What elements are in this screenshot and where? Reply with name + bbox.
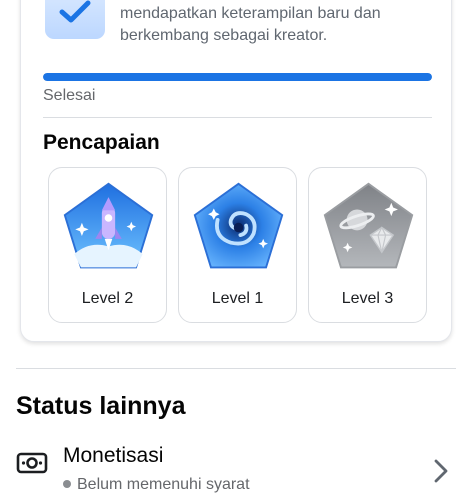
badge-label: Level 1 [211, 290, 264, 307]
badge-level-3[interactable]: Level 3 [308, 167, 427, 323]
monetization-item[interactable]: Monetisasi Belum memenuhi syarat [0, 440, 472, 500]
creator-task-card: Selesaikan tugas minggu ini untuk mendap… [20, 0, 452, 342]
progress-bar [43, 73, 432, 81]
achievements-title: Pencapaian [43, 131, 160, 154]
divider [43, 117, 432, 118]
badge-level-1[interactable]: Level 1 [178, 167, 297, 323]
galaxy-badge-icon [193, 182, 284, 269]
section-divider [16, 368, 456, 369]
weekly-task: Selesaikan tugas minggu ini untuk mendap… [45, 0, 441, 47]
rocket-badge-icon [63, 182, 154, 269]
progress-label: Selesai [43, 87, 96, 104]
progress-fill [43, 73, 432, 81]
status-dot [63, 480, 71, 488]
other-status-title: Status lainnya [16, 392, 186, 420]
badge-label: Level 2 [81, 290, 134, 307]
badge-level-2[interactable]: Level 2 [48, 167, 167, 323]
item-title: Monetisasi [63, 444, 164, 467]
planet-diamond-badge-icon [323, 182, 414, 269]
task-description: Selesaikan tugas minggu ini untuk mendap… [120, 5, 381, 44]
item-subtitle: Belum memenuhi syarat [77, 476, 250, 493]
item-status: Belum memenuhi syarat [63, 476, 250, 494]
money-icon [16, 452, 48, 474]
achievement-badges: Level 2 Level 1 Level 3 [48, 167, 427, 323]
badge-label: Level 3 [341, 290, 394, 307]
chevron-right-icon [434, 459, 448, 483]
checkbox-icon [45, 0, 105, 39]
